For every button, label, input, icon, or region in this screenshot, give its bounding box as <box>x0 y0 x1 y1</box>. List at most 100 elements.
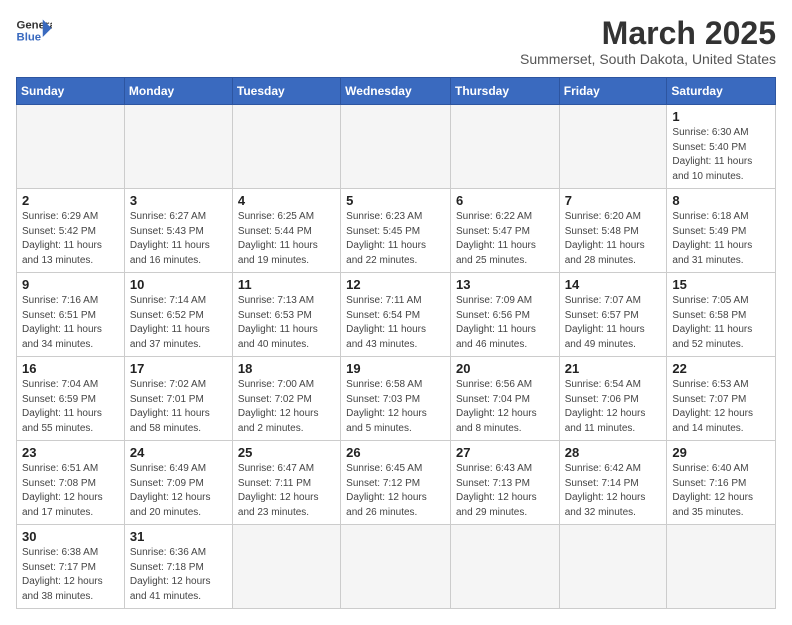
day-info: Sunrise: 6:53 AMSunset: 7:07 PMDaylight:… <box>672 378 770 436</box>
day-cell: 26 Sunrise: 6:45 AMSunset: 7:12 PMDayligh… <box>341 441 451 525</box>
day-cell <box>341 105 451 189</box>
day-info: Sunrise: 6:40 AMSunset: 7:16 PMDaylight:… <box>672 462 770 520</box>
day-info: Sunrise: 6:22 AMSunset: 5:47 PMDaylight:… <box>456 210 554 268</box>
day-number: 17 <box>130 361 227 376</box>
day-info: Sunrise: 6:47 AMSunset: 7:11 PMDaylight:… <box>238 462 335 520</box>
day-number: 31 <box>130 529 227 544</box>
day-number: 11 <box>238 277 335 292</box>
day-number: 10 <box>130 277 227 292</box>
day-info: Sunrise: 6:54 AMSunset: 7:06 PMDaylight:… <box>565 378 662 436</box>
day-info: Sunrise: 7:13 AMSunset: 6:53 PMDaylight:… <box>238 294 335 352</box>
day-cell: 8 Sunrise: 6:18 AMSunset: 5:49 PMDaylight… <box>667 189 776 273</box>
day-cell: 30 Sunrise: 6:38 AMSunset: 7:17 PMDayligh… <box>17 525 125 609</box>
day-cell <box>124 105 232 189</box>
day-cell <box>450 525 559 609</box>
day-cell: 18 Sunrise: 7:00 AMSunset: 7:02 PMDayligh… <box>232 357 340 441</box>
calendar-title: March 2025 <box>520 16 776 51</box>
week-row-6: 30 Sunrise: 6:38 AMSunset: 7:17 PMDayligh… <box>17 525 776 609</box>
day-number: 7 <box>565 193 662 208</box>
day-cell <box>667 525 776 609</box>
day-info: Sunrise: 7:16 AMSunset: 6:51 PMDaylight:… <box>22 294 119 352</box>
day-info: Sunrise: 7:14 AMSunset: 6:52 PMDaylight:… <box>130 294 227 352</box>
day-info: Sunrise: 6:38 AMSunset: 7:17 PMDaylight:… <box>22 546 119 604</box>
day-info: Sunrise: 6:25 AMSunset: 5:44 PMDaylight:… <box>238 210 335 268</box>
day-number: 8 <box>672 193 770 208</box>
week-row-3: 9 Sunrise: 7:16 AMSunset: 6:51 PMDaylight… <box>17 273 776 357</box>
day-info: Sunrise: 6:23 AMSunset: 5:45 PMDaylight:… <box>346 210 445 268</box>
day-cell: 25 Sunrise: 6:47 AMSunset: 7:11 PMDayligh… <box>232 441 340 525</box>
day-number: 5 <box>346 193 445 208</box>
day-cell: 11 Sunrise: 7:13 AMSunset: 6:53 PMDayligh… <box>232 273 340 357</box>
day-number: 25 <box>238 445 335 460</box>
day-number: 6 <box>456 193 554 208</box>
day-cell: 31 Sunrise: 6:36 AMSunset: 7:18 PMDayligh… <box>124 525 232 609</box>
day-info: Sunrise: 7:05 AMSunset: 6:58 PMDaylight:… <box>672 294 770 352</box>
day-number: 20 <box>456 361 554 376</box>
day-cell <box>450 105 559 189</box>
day-number: 2 <box>22 193 119 208</box>
weekday-wednesday: Wednesday <box>341 78 451 105</box>
day-cell <box>559 105 667 189</box>
day-number: 21 <box>565 361 662 376</box>
day-info: Sunrise: 6:18 AMSunset: 5:49 PMDaylight:… <box>672 210 770 268</box>
logo: General Blue <box>16 16 52 44</box>
logo-icon: General Blue <box>16 16 52 44</box>
day-number: 29 <box>672 445 770 460</box>
calendar-body: 1 Sunrise: 6:30 AMSunset: 5:40 PMDaylight… <box>17 105 776 609</box>
day-number: 27 <box>456 445 554 460</box>
day-info: Sunrise: 6:29 AMSunset: 5:42 PMDaylight:… <box>22 210 119 268</box>
weekday-sunday: Sunday <box>17 78 125 105</box>
day-number: 14 <box>565 277 662 292</box>
day-cell <box>232 105 340 189</box>
day-cell: 28Sunrise: 6:42 AMSunset: 7:14 PMDayligh… <box>559 441 667 525</box>
calendar-subtitle: Summerset, South Dakota, United States <box>520 51 776 67</box>
day-info: Sunrise: 7:11 AMSunset: 6:54 PMDaylight:… <box>346 294 445 352</box>
day-cell <box>232 525 340 609</box>
day-cell: 12Sunrise: 7:11 AMSunset: 6:54 PMDayligh… <box>341 273 451 357</box>
day-cell: 4Sunrise: 6:25 AMSunset: 5:44 PMDaylight… <box>232 189 340 273</box>
day-cell: 23Sunrise: 6:51 AMSunset: 7:08 PMDayligh… <box>17 441 125 525</box>
day-number: 19 <box>346 361 445 376</box>
day-number: 30 <box>22 529 119 544</box>
day-cell: 5 Sunrise: 6:23 AMSunset: 5:45 PMDaylight… <box>341 189 451 273</box>
svg-text:Blue: Blue <box>17 32 42 44</box>
day-cell: 22 Sunrise: 6:53 AMSunset: 7:07 PMDayligh… <box>667 357 776 441</box>
weekday-monday: Monday <box>124 78 232 105</box>
week-row-4: 16Sunrise: 7:04 AMSunset: 6:59 PMDayligh… <box>17 357 776 441</box>
day-cell: 10 Sunrise: 7:14 AMSunset: 6:52 PMDayligh… <box>124 273 232 357</box>
day-number: 18 <box>238 361 335 376</box>
day-cell: 27Sunrise: 6:43 AMSunset: 7:13 PMDayligh… <box>450 441 559 525</box>
day-cell: 16Sunrise: 7:04 AMSunset: 6:59 PMDayligh… <box>17 357 125 441</box>
weekday-header-row: SundayMondayTuesdayWednesdayThursdayFrid… <box>17 78 776 105</box>
day-info: Sunrise: 6:49 AMSunset: 7:09 PMDaylight:… <box>130 462 227 520</box>
weekday-saturday: Saturday <box>667 78 776 105</box>
day-info: Sunrise: 7:02 AMSunset: 7:01 PMDaylight:… <box>130 378 227 436</box>
day-cell <box>559 525 667 609</box>
weekday-thursday: Thursday <box>450 78 559 105</box>
calendar-table: SundayMondayTuesdayWednesdayThursdayFrid… <box>16 77 776 609</box>
day-info: Sunrise: 6:27 AMSunset: 5:43 PMDaylight:… <box>130 210 227 268</box>
day-info: Sunrise: 6:42 AMSunset: 7:14 PMDaylight:… <box>565 462 662 520</box>
day-cell: 7Sunrise: 6:20 AMSunset: 5:48 PMDaylight… <box>559 189 667 273</box>
day-cell: 15 Sunrise: 7:05 AMSunset: 6:58 PMDayligh… <box>667 273 776 357</box>
day-number: 22 <box>672 361 770 376</box>
day-cell: 3 Sunrise: 6:27 AMSunset: 5:43 PMDaylight… <box>124 189 232 273</box>
week-row-1: 1 Sunrise: 6:30 AMSunset: 5:40 PMDaylight… <box>17 105 776 189</box>
day-info: Sunrise: 6:45 AMSunset: 7:12 PMDaylight:… <box>346 462 445 520</box>
day-number: 3 <box>130 193 227 208</box>
day-cell: 14Sunrise: 7:07 AMSunset: 6:57 PMDayligh… <box>559 273 667 357</box>
day-number: 26 <box>346 445 445 460</box>
day-number: 9 <box>22 277 119 292</box>
day-info: Sunrise: 6:36 AMSunset: 7:18 PMDaylight:… <box>130 546 227 604</box>
day-info: Sunrise: 7:09 AMSunset: 6:56 PMDaylight:… <box>456 294 554 352</box>
title-block: March 2025 Summerset, South Dakota, Unit… <box>520 16 776 67</box>
day-number: 15 <box>672 277 770 292</box>
day-info: Sunrise: 6:58 AMSunset: 7:03 PMDaylight:… <box>346 378 445 436</box>
day-cell <box>17 105 125 189</box>
day-info: Sunrise: 7:00 AMSunset: 7:02 PMDaylight:… <box>238 378 335 436</box>
day-number: 24 <box>130 445 227 460</box>
day-cell: 24 Sunrise: 6:49 AMSunset: 7:09 PMDayligh… <box>124 441 232 525</box>
day-number: 1 <box>672 109 770 124</box>
day-cell: 19 Sunrise: 6:58 AMSunset: 7:03 PMDayligh… <box>341 357 451 441</box>
day-info: Sunrise: 6:30 AMSunset: 5:40 PMDaylight:… <box>672 126 770 184</box>
